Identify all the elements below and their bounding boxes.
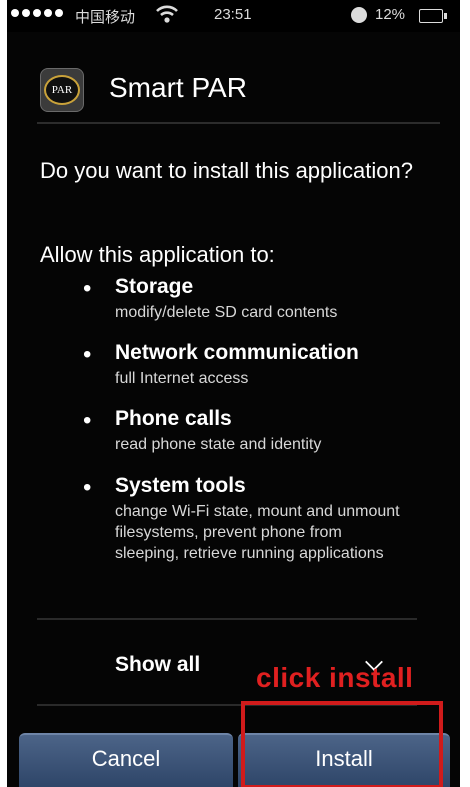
carrier-name: 中国移动 xyxy=(75,9,136,26)
app-icon-logo: PAR xyxy=(44,75,80,105)
permission-description: change Wi-Fi state, mount and unmount fi… xyxy=(115,503,400,562)
permission-description: modify/delete SD card contents xyxy=(115,304,338,321)
bullet-icon: • xyxy=(83,407,92,434)
app-title: Smart PAR xyxy=(109,72,247,103)
battery-percentage: 12% xyxy=(375,6,406,23)
battery-icon xyxy=(419,9,447,23)
status-bar: 中国移动 23:51 12% xyxy=(7,0,460,32)
permission-title: System tools xyxy=(115,474,246,497)
permissions-heading: Allow this application to: xyxy=(40,242,275,267)
bullet-icon: • xyxy=(83,474,92,501)
alarm-icon xyxy=(351,7,367,23)
clock: 23:51 xyxy=(214,6,252,23)
permission-description: read phone state and identity xyxy=(115,436,322,453)
annotation-label: click install xyxy=(256,662,414,693)
install-button[interactable]: Install xyxy=(238,733,450,787)
permission-title: Network communication xyxy=(115,341,359,364)
permission-title: Phone calls xyxy=(115,407,232,430)
header-divider xyxy=(37,122,440,124)
bullet-icon: • xyxy=(83,275,92,302)
wifi-icon xyxy=(156,5,178,23)
install-screen: 中国移动 23:51 12% PAR Smart PAR Do you want… xyxy=(7,0,460,787)
install-question: Do you want to install this application? xyxy=(40,158,413,183)
app-icon: PAR xyxy=(40,68,84,112)
bullet-icon: • xyxy=(83,341,92,368)
divider xyxy=(37,704,417,706)
permission-description: full Internet access xyxy=(115,370,249,387)
divider xyxy=(37,618,417,620)
show-all-toggle[interactable]: Show all xyxy=(115,653,200,677)
cancel-button[interactable]: Cancel xyxy=(19,733,233,787)
signal-strength-icon xyxy=(11,9,63,17)
permission-title: Storage xyxy=(115,275,194,298)
